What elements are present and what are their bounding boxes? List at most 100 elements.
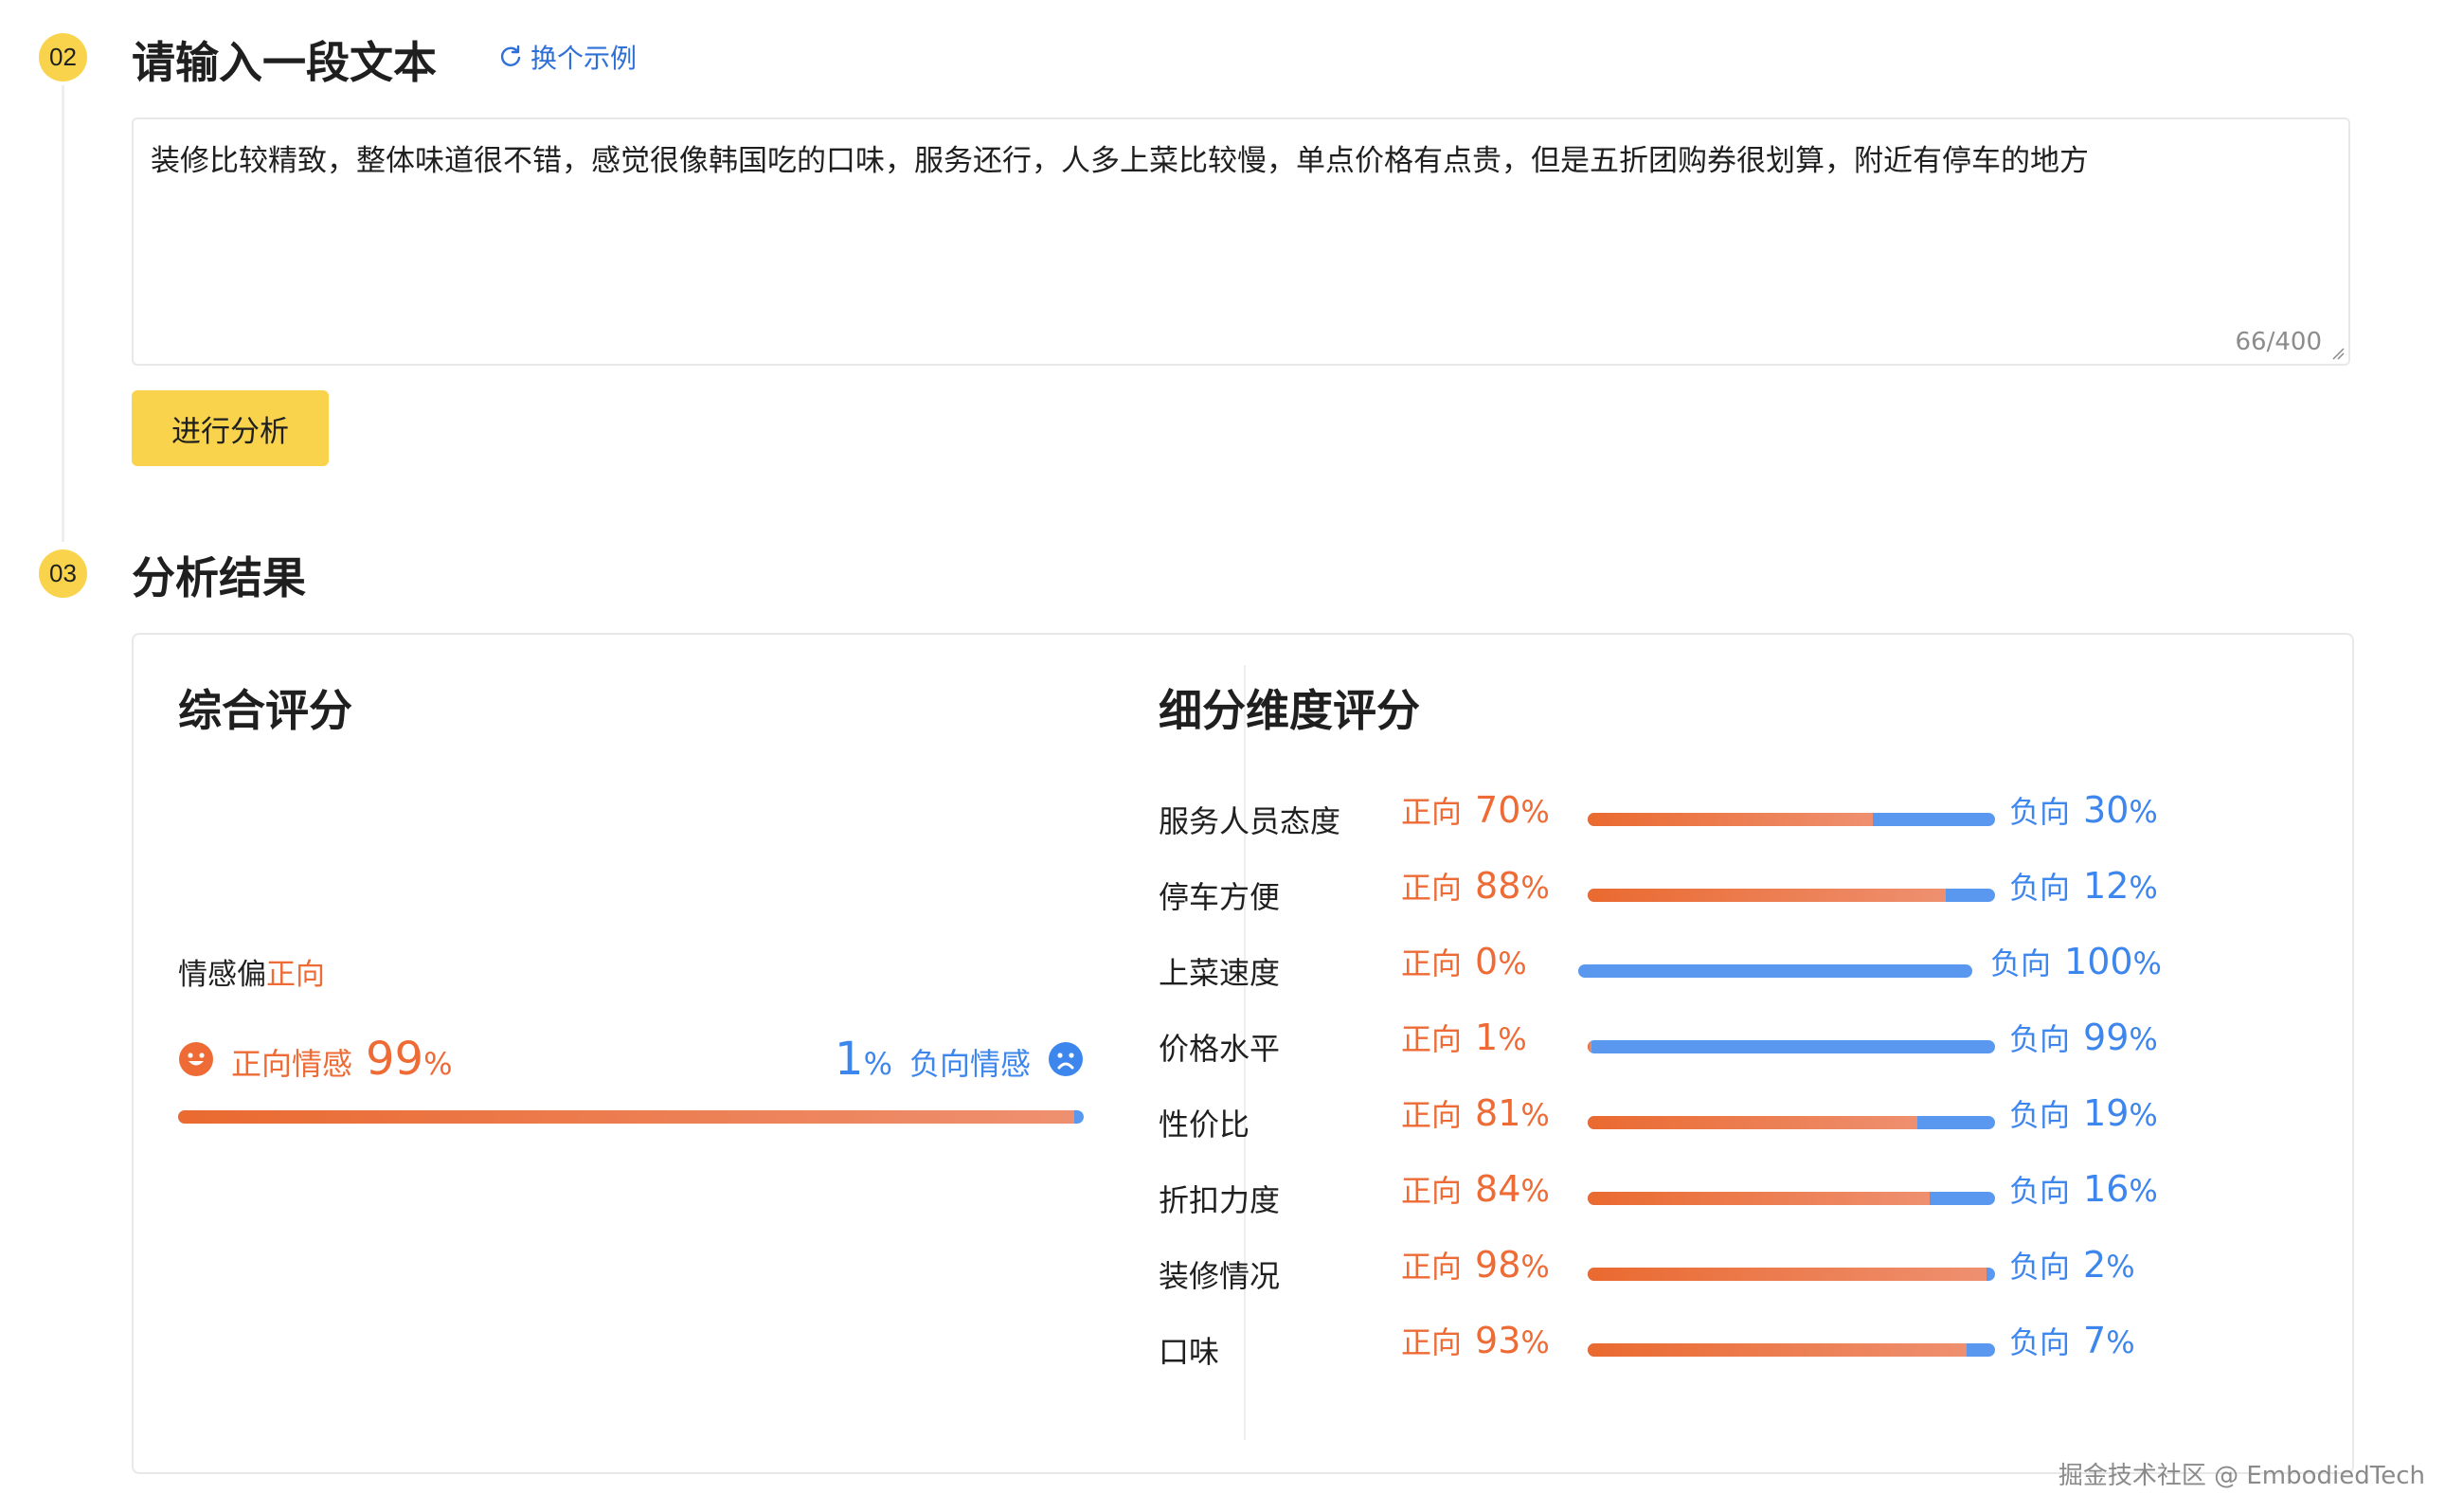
dimension-bar <box>1588 1192 1995 1205</box>
percent-sign: % <box>2129 870 2158 906</box>
positive-value: 84 <box>1475 1168 1521 1210</box>
percent-sign: % <box>1520 794 1550 830</box>
sad-face-icon <box>1048 1041 1084 1077</box>
negative-label: 负向 <box>1990 945 2052 981</box>
step-number-badge: 03 <box>39 549 87 598</box>
char-count: 66/400 <box>2235 328 2322 356</box>
positive-label: 正向 <box>1401 1249 1463 1285</box>
dimension-row: 服务人员态度 正向 70% 负向 30% <box>1159 788 2201 845</box>
percent-sign: % <box>1498 945 1527 981</box>
dimension-positive: 正向 0% <box>1401 940 1527 983</box>
negative-value: 30 <box>2083 789 2130 831</box>
negative-value: 12 <box>2083 865 2130 907</box>
dimension-bar <box>1578 964 1972 978</box>
positive-label: 正向 <box>1401 1173 1463 1209</box>
percent-sign: % <box>863 1046 892 1082</box>
dimension-positive-fill <box>1588 1343 1967 1357</box>
result-step-title: 分析结果 <box>132 552 306 603</box>
percent-sign: % <box>1520 1324 1550 1360</box>
percent-sign: % <box>1520 1097 1550 1133</box>
percent-sign: % <box>2129 794 2158 830</box>
change-example-link[interactable]: 换个示例 <box>498 38 637 76</box>
dimension-positive-fill <box>1588 1268 1987 1281</box>
percent-sign: % <box>2132 945 2162 981</box>
overall-positive: 正向情感 99 % <box>178 1033 453 1086</box>
overall-sentiment-row: 正向情感 99 % 1 % 负向情感 <box>178 1033 1084 1089</box>
positive-value: 98 <box>1475 1244 1521 1286</box>
dimension-row: 折扣力度 正向 84% 负向 16% <box>1159 1167 2201 1224</box>
dimension-negative: 负向 12% <box>2009 864 2158 908</box>
dimension-row: 停车方便 正向 88% 负向 12% <box>1159 864 2201 921</box>
positive-label: 正向 <box>1401 1021 1463 1057</box>
refresh-icon <box>500 45 521 66</box>
dimension-negative: 负向 2% <box>2009 1243 2135 1287</box>
dimension-positive: 正向 81% <box>1401 1091 1550 1135</box>
change-example-label: 换个示例 <box>530 43 638 74</box>
negative-value: 2 <box>2083 1244 2107 1286</box>
percent-sign: % <box>2129 1097 2158 1133</box>
dimension-score-title: 细分维度评分 <box>1159 685 1420 736</box>
dimension-bar <box>1588 1116 1995 1129</box>
overall-score-title: 综合评分 <box>178 685 352 736</box>
positive-value: 88 <box>1475 865 1521 907</box>
text-input-area[interactable]: 装修比较精致，整体味道很不错，感觉很像韩国吃的口味，服务还行，人多上菜比较慢，单… <box>132 117 2350 366</box>
dimension-negative: 负向 30% <box>2009 788 2158 832</box>
dimension-name: 口味 <box>1159 1334 1220 1370</box>
dimension-negative: 负向 99% <box>2009 1016 2158 1059</box>
negative-label: 负向 <box>2009 1173 2071 1209</box>
dimension-name: 装修情况 <box>1159 1258 1281 1294</box>
percent-sign: % <box>1520 1249 1550 1285</box>
dimension-negative: 负向 16% <box>2009 1167 2158 1211</box>
negative-value: 7 <box>2083 1320 2107 1361</box>
dimension-positive-fill <box>1588 889 1947 902</box>
dimension-positive: 正向 93% <box>1401 1319 1550 1362</box>
analyze-button[interactable]: 进行分析 <box>132 390 329 466</box>
step-number-badge: 02 <box>39 33 87 81</box>
watermark: 掘金技术社区 @ EmbodiedTech <box>2058 1462 2425 1490</box>
positive-value: 1 <box>1475 1017 1499 1058</box>
dimension-bar <box>1588 1343 1995 1357</box>
negative-value: 99 <box>2083 1017 2130 1058</box>
negative-value: 19 <box>2083 1092 2130 1134</box>
positive-label: 正向 <box>1401 794 1463 830</box>
positive-value: 81 <box>1475 1092 1521 1134</box>
percent-sign: % <box>2129 1173 2158 1209</box>
text-input-value[interactable]: 装修比较精致，整体味道很不错，感觉很像韩国吃的口味，服务还行，人多上菜比较慢，单… <box>151 140 2331 182</box>
dimension-bar <box>1588 889 1995 902</box>
dimension-positive: 正向 98% <box>1401 1243 1550 1287</box>
negative-sentiment-label: 负向情感 <box>908 1046 1031 1082</box>
dimension-bar <box>1588 813 1995 826</box>
dimension-name: 服务人员态度 <box>1159 803 1341 839</box>
positive-value: 0 <box>1475 941 1499 982</box>
dimension-name: 价格水平 <box>1159 1031 1281 1067</box>
dimension-name: 折扣力度 <box>1159 1182 1281 1218</box>
percent-sign: % <box>1520 870 1550 906</box>
percent-sign: % <box>1498 1021 1527 1057</box>
dimension-negative: 负向 7% <box>2009 1319 2135 1362</box>
resize-handle-icon[interactable] <box>2331 347 2345 360</box>
dimension-bar <box>1588 1040 1995 1053</box>
dimension-row: 价格水平 正向 1% 负向 99% <box>1159 1016 2201 1072</box>
sentiment-tendency: 情感偏正向 <box>178 950 325 993</box>
positive-value: 93 <box>1475 1320 1521 1361</box>
positive-value: 70 <box>1475 789 1521 831</box>
dimension-negative: 负向 19% <box>2009 1091 2158 1135</box>
overall-positive-fill <box>178 1110 1075 1124</box>
happy-face-icon <box>178 1041 214 1077</box>
dimension-positive: 正向 1% <box>1401 1016 1527 1059</box>
positive-label: 正向 <box>1401 870 1463 906</box>
negative-label: 负向 <box>2009 1097 2071 1133</box>
percent-sign: % <box>2106 1249 2135 1285</box>
dimension-positive: 正向 88% <box>1401 864 1550 908</box>
dimension-row: 性价比 正向 81% 负向 19% <box>1159 1091 2201 1148</box>
dimension-row: 口味 正向 93% 负向 7% <box>1159 1319 2201 1376</box>
tendency-prefix: 情感偏 <box>178 958 266 992</box>
negative-label: 负向 <box>2009 1324 2071 1360</box>
timeline-line <box>62 85 64 542</box>
dimension-name: 性价比 <box>1159 1107 1250 1143</box>
dimension-name: 停车方便 <box>1159 879 1281 915</box>
overall-negative: 1 % 负向情感 <box>835 1033 1084 1086</box>
negative-value: 100 <box>2064 941 2133 982</box>
percent-sign: % <box>2106 1324 2135 1360</box>
negative-value: 16 <box>2083 1168 2130 1210</box>
